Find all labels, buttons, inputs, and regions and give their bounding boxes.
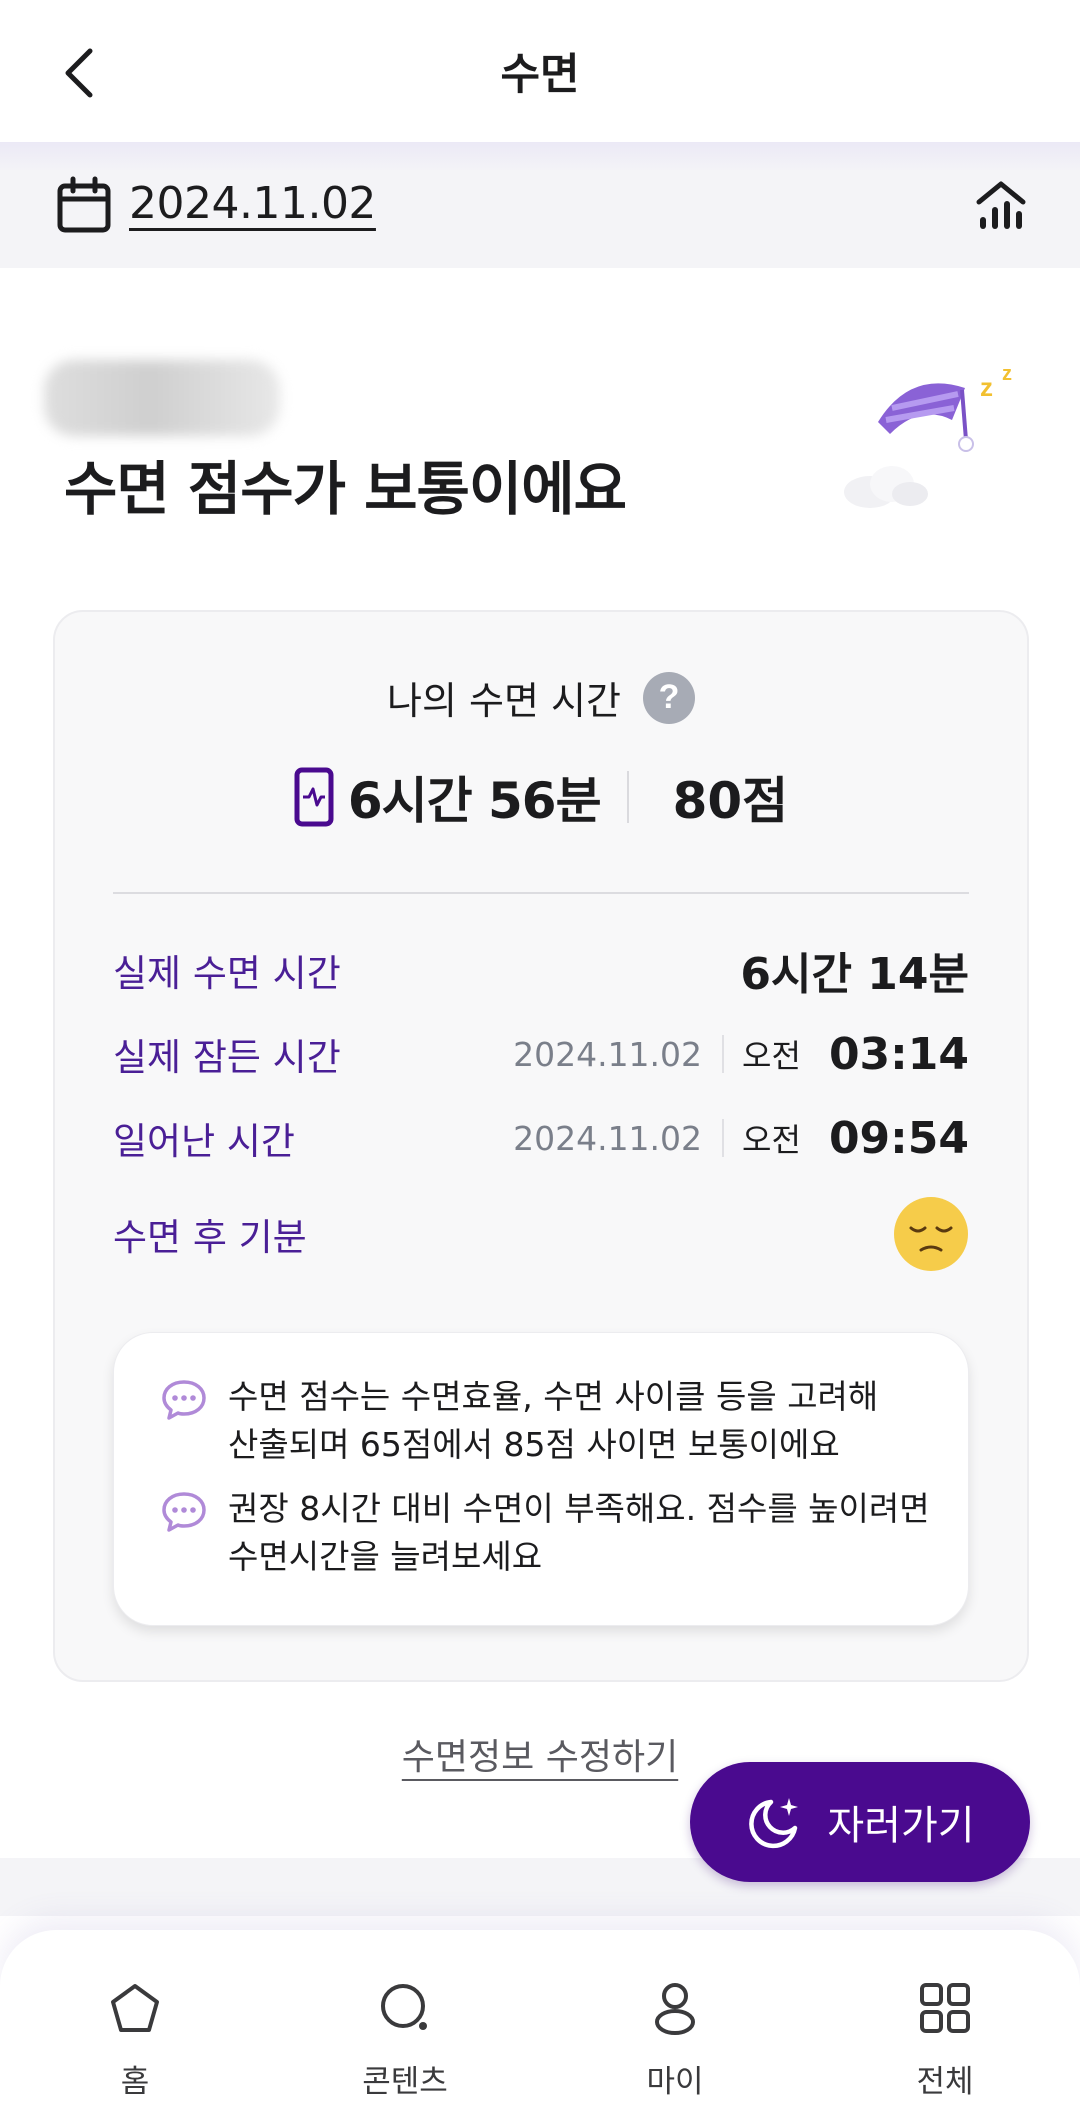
note-text: 권장 8시간 대비 수면이 부족해요. 점수를 높이려면 수면시간을 늘려보세요: [228, 1489, 930, 1576]
bottom-navigation: 홈 콘텐츠 마이 전체: [0, 1930, 1080, 2116]
nav-label-my: 마이: [646, 2064, 704, 2100]
page-title: 수면: [500, 50, 580, 100]
card-title: 나의 수면 시간: [387, 679, 621, 723]
fell-asleep-date: 2024.11.02: [513, 1034, 703, 1074]
note-item: 권장 8시간 대비 수면이 부족해요. 점수를 높이려면 수면시간을 늘려보세요: [160, 1485, 938, 1581]
home-icon: [111, 1984, 159, 2032]
svg-text:z: z: [980, 372, 993, 402]
actual-sleep-row: 실제 수면 시간 6시간 14분: [113, 940, 969, 1000]
nav-item-home[interactable]: 홈: [0, 1930, 270, 2116]
actual-sleep-value: 6시간 14분: [740, 949, 969, 1000]
divider: [722, 1119, 725, 1157]
summary-row: 6시간 56분 80점: [55, 762, 1027, 832]
svg-text:z: z: [1002, 363, 1012, 385]
divider: [626, 771, 629, 823]
date-bar: 2024.11.02: [0, 142, 1080, 268]
chat-bubble-icon: [162, 1380, 206, 1420]
woke-up-ampm: 오전: [742, 1121, 801, 1159]
sleepy-face-icon[interactable]: [893, 1196, 969, 1272]
sleep-info-notes: 수면 점수는 수면효율, 수면 사이클 등을 고려해 산출되며 65점에서 85…: [113, 1332, 969, 1626]
bar-chart-icon[interactable]: [973, 176, 1029, 232]
woke-up-row: 일어난 시간 2024.11.02 오전 09:54: [113, 1108, 969, 1168]
fell-asleep-label: 실제 잠든 시간: [113, 1036, 341, 1079]
chat-bubble-icon: [162, 1492, 206, 1532]
sleepy-moon-illustration: z z: [844, 363, 1012, 508]
nav-label-home: 홈: [120, 2064, 150, 2100]
go-to-sleep-label: 자러가기: [827, 1803, 975, 1849]
mood-row: 수면 후 기분: [113, 1194, 969, 1274]
nav-item-my[interactable]: 마이: [540, 1930, 810, 2116]
actual-sleep-label: 실제 수면 시간: [113, 952, 341, 995]
search-content-icon: [381, 1984, 427, 2030]
total-sleep-time: 6시간 56분: [347, 772, 602, 830]
fell-asleep-ampm: 오전: [742, 1037, 801, 1075]
app-bar: 수면: [0, 0, 1080, 142]
moon-sparkle-icon: [749, 1798, 799, 1849]
sleep-score-headline: 수면 점수가 보통이에요: [64, 455, 627, 523]
blurred-username: [44, 360, 280, 436]
mood-label: 수면 후 기분: [113, 1216, 307, 1259]
divider: [113, 892, 969, 894]
sleep-score: 80점: [672, 772, 789, 830]
person-icon: [655, 1983, 695, 2035]
grid-icon: [920, 1983, 970, 2033]
card-title-row: 나의 수면 시간 ?: [55, 670, 1027, 725]
woke-up-date: 2024.11.02: [513, 1118, 703, 1158]
nav-label-all: 전체: [916, 2064, 974, 2100]
fell-asleep-time: 03:14: [828, 1028, 969, 1080]
date-selector[interactable]: 2024.11.02: [129, 178, 376, 229]
nav-item-content[interactable]: 콘텐츠: [270, 1930, 540, 2116]
woke-up-time: 09:54: [828, 1112, 969, 1164]
note-item: 수면 점수는 수면효율, 수면 사이클 등을 고려해 산출되며 65점에서 85…: [160, 1373, 938, 1469]
fell-asleep-row: 실제 잠든 시간 2024.11.02 오전 03:14: [113, 1024, 969, 1084]
help-icon[interactable]: ?: [642, 671, 695, 724]
calendar-icon[interactable]: [56, 176, 112, 234]
sleep-summary-card: 나의 수면 시간 ? 6시간 56분 80점 실제 수면 시간 6시간 14분 …: [53, 610, 1029, 1682]
nav-item-all[interactable]: 전체: [810, 1930, 1080, 2116]
go-to-sleep-button[interactable]: 자러가기: [690, 1762, 1030, 1882]
nav-label-content: 콘텐츠: [362, 2064, 448, 2100]
divider: [722, 1035, 725, 1073]
woke-up-label: 일어난 시간: [113, 1120, 295, 1163]
note-text: 수면 점수는 수면효율, 수면 사이클 등을 고려해 산출되며 65점에서 85…: [228, 1377, 879, 1464]
phone-tracker-icon: [294, 767, 334, 827]
